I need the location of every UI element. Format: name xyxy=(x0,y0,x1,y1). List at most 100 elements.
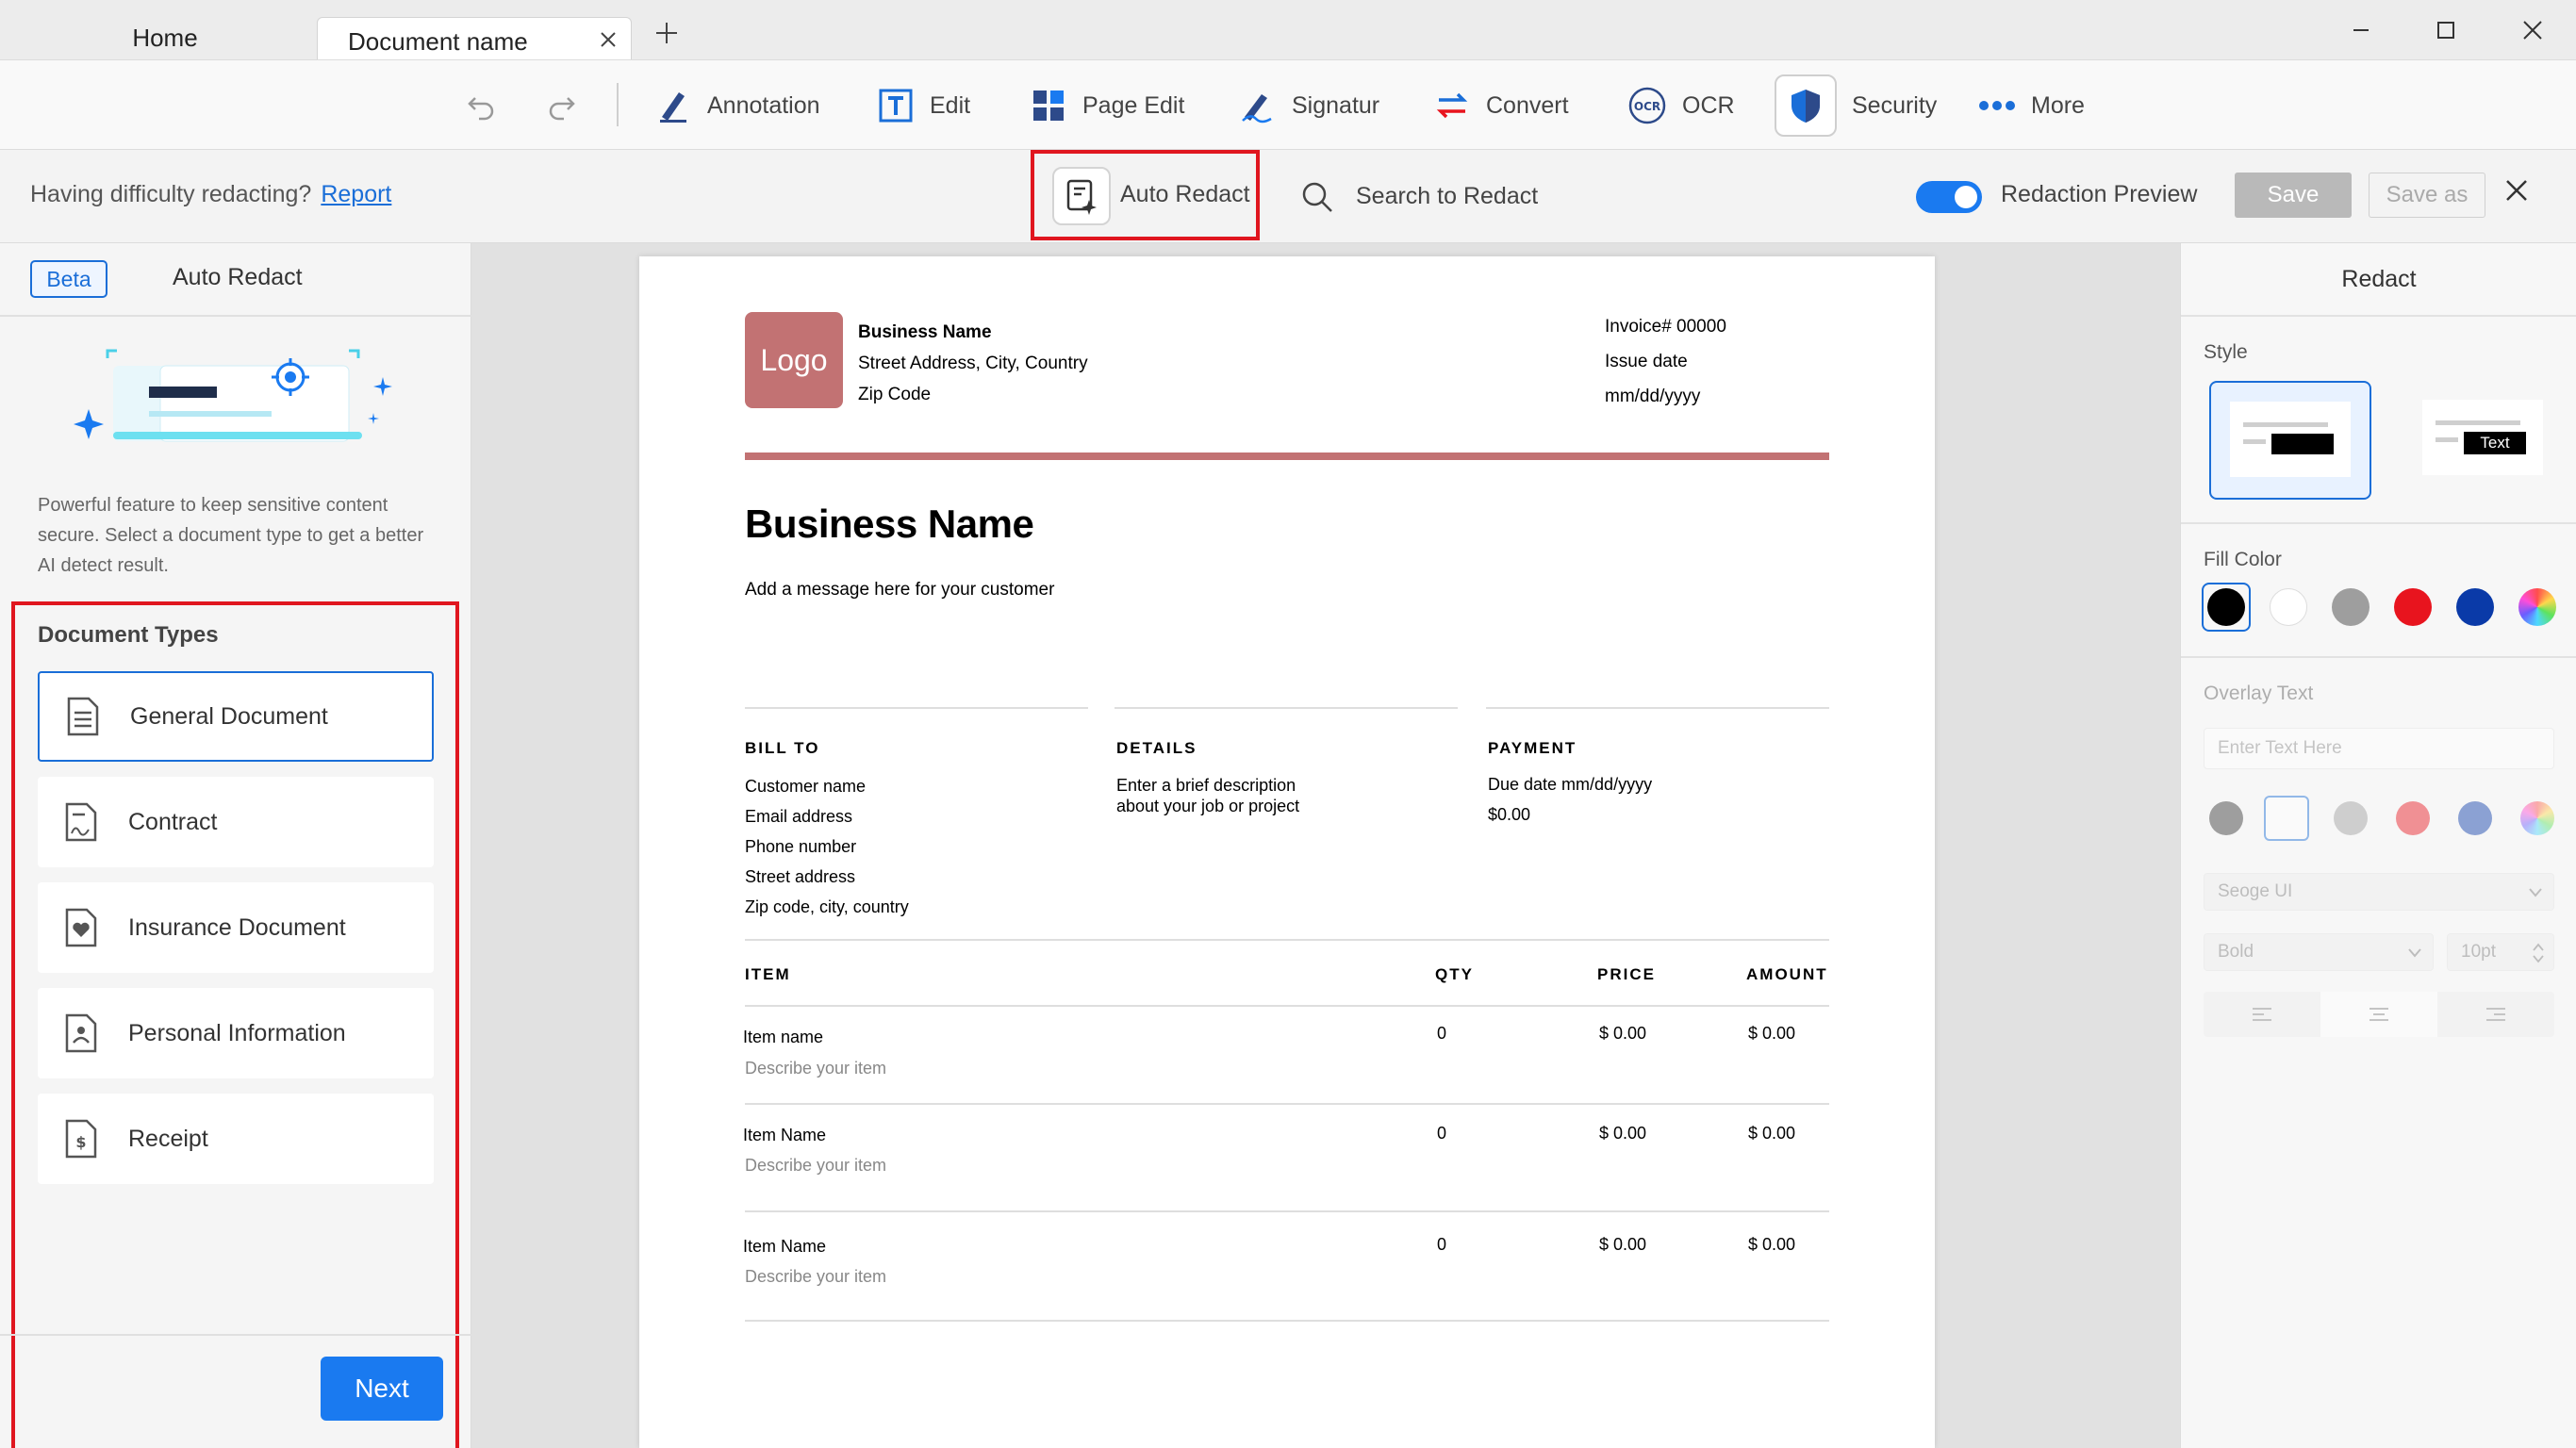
doc-type-receipt[interactable]: $ Receipt xyxy=(38,1094,434,1184)
heart-document-icon xyxy=(64,907,98,948)
phone-number: Phone number xyxy=(745,837,857,856)
convert-button[interactable]: Convert xyxy=(1433,60,1569,151)
font-size-stepper[interactable]: 10pt xyxy=(2447,933,2554,971)
fill-color-white[interactable] xyxy=(2270,588,2307,626)
divider xyxy=(1486,707,1829,709)
panel-divider xyxy=(2181,522,2576,524)
auto-redact-icon xyxy=(1066,179,1097,215)
text-color-gray[interactable] xyxy=(2334,801,2368,835)
item-1-amount: $ 0.00 xyxy=(1748,1024,1796,1043)
style-fill-option[interactable] xyxy=(2209,381,2371,500)
font-select[interactable]: Seoge UI xyxy=(2204,873,2554,911)
security-button[interactable]: Security xyxy=(1775,60,1937,151)
auto-redact-label[interactable]: Auto Redact xyxy=(1120,181,1250,208)
undo-icon[interactable] xyxy=(466,60,496,151)
search-to-redact-button[interactable]: Search to Redact xyxy=(1301,150,1538,243)
divider xyxy=(1115,707,1458,709)
email-address: Email address xyxy=(745,807,853,826)
align-left-icon[interactable] xyxy=(2204,992,2320,1037)
divider xyxy=(745,1103,1829,1105)
next-button[interactable]: Next xyxy=(321,1357,443,1421)
tab-document-label: Document name xyxy=(348,27,528,56)
edit-label: Edit xyxy=(930,91,971,119)
font-weight-value: Bold xyxy=(2218,942,2254,962)
item-2-name: Item Name xyxy=(743,1126,827,1144)
text-color-white[interactable] xyxy=(2264,796,2309,841)
issue-date-label: Issue date xyxy=(1605,352,1688,371)
auto-redact-button[interactable] xyxy=(1052,167,1111,225)
doc-type-label: Personal Information xyxy=(128,1019,346,1046)
grid-icon xyxy=(1030,87,1067,124)
more-button[interactable]: More xyxy=(1978,60,2085,151)
doc-type-label: Contract xyxy=(128,808,218,835)
style-text-option[interactable]: Text xyxy=(2403,381,2566,500)
convert-label: Convert xyxy=(1486,91,1569,119)
tab-document[interactable]: Document name xyxy=(317,17,632,60)
fill-color-red[interactable] xyxy=(2394,588,2432,626)
align-center-icon[interactable] xyxy=(2320,992,2437,1037)
ocr-button[interactable]: OCR OCR xyxy=(1627,60,1735,151)
text-color-picker-icon[interactable] xyxy=(2520,801,2554,835)
save-button[interactable]: Save xyxy=(2235,173,2352,218)
redact-bar: Having difficulty redacting? Report Auto … xyxy=(0,150,2576,243)
bill-to-header: BILL TO xyxy=(745,739,820,757)
customer-message: Add a message here for your customer xyxy=(745,580,1055,600)
text-color-blue[interactable] xyxy=(2458,801,2492,835)
redaction-preview-toggle[interactable] xyxy=(1916,181,1982,213)
signature-button[interactable]: Signatur xyxy=(1239,60,1379,151)
invoice-number: Invoice# 00000 xyxy=(1605,317,1726,337)
payment-details: Due date mm/dd/yyyy $0.00 xyxy=(1488,769,1652,830)
align-right-icon[interactable] xyxy=(2437,992,2554,1037)
ocr-label: OCR xyxy=(1682,91,1735,119)
zip-city-country: Zip code, city, country xyxy=(745,897,909,916)
report-link[interactable]: Report xyxy=(321,181,391,207)
auto-redact-illustration xyxy=(66,337,405,460)
edit-button[interactable]: Edit xyxy=(877,60,970,151)
auto-redact-panel: Beta Auto Redact Powerful feature to kee… xyxy=(0,243,471,1448)
save-as-button[interactable]: Save as xyxy=(2369,173,2485,218)
page-edit-button[interactable]: Page Edit xyxy=(1030,60,1184,151)
text-color-red[interactable] xyxy=(2396,801,2430,835)
minimize-icon[interactable] xyxy=(2333,13,2389,47)
redo-icon[interactable] xyxy=(547,60,577,151)
street-address: Street Address, City, Country xyxy=(858,354,1088,373)
details-header: DETAILS xyxy=(1116,739,1197,757)
font-weight-select[interactable]: Bold xyxy=(2204,933,2434,971)
item-1-price: $ 0.00 xyxy=(1599,1024,1647,1043)
text-align-group xyxy=(2204,992,2554,1037)
text-color-dark[interactable] xyxy=(2209,801,2243,835)
overlay-text-input[interactable]: Enter Text Here xyxy=(2204,728,2554,769)
text-edit-icon xyxy=(877,87,915,124)
new-tab-icon[interactable] xyxy=(654,21,679,45)
more-label: More xyxy=(2031,91,2085,119)
doc-type-personal[interactable]: Personal Information xyxy=(38,988,434,1078)
close-window-icon[interactable] xyxy=(2504,13,2561,47)
fill-color-picker-icon[interactable] xyxy=(2518,588,2556,626)
close-redact-icon[interactable] xyxy=(2504,178,2529,203)
fill-color-gray[interactable] xyxy=(2332,588,2370,626)
tab-home[interactable]: Home xyxy=(38,17,292,59)
invoice-logo: Logo xyxy=(745,312,843,408)
doc-type-general[interactable]: General Document xyxy=(38,671,434,762)
payment-amount: $0.00 xyxy=(1488,805,1531,824)
zip-code: Zip Code xyxy=(858,385,932,404)
annotation-button[interactable]: Annotation xyxy=(654,60,820,151)
amount-column-header: AMOUNT xyxy=(1746,965,1828,983)
redact-panel-title: Redact xyxy=(2341,266,2417,292)
maximize-icon[interactable] xyxy=(2418,13,2474,47)
security-label: Security xyxy=(1852,91,1938,119)
fill-color-black[interactable] xyxy=(2207,588,2245,626)
business-name-small: Business Name xyxy=(858,322,992,342)
redaction-preview-label: Redaction Preview xyxy=(2001,181,2198,207)
page-edit-label: Page Edit xyxy=(1082,91,1185,119)
doc-type-contract[interactable]: Contract xyxy=(38,777,434,867)
doc-type-label: General Document xyxy=(130,702,328,730)
fill-color-blue[interactable] xyxy=(2456,588,2494,626)
panel-footer-divider xyxy=(0,1334,471,1336)
ocr-icon: OCR xyxy=(1627,86,1667,125)
bill-to-details: Customer name Email address Phone number… xyxy=(745,771,909,922)
close-tab-icon[interactable] xyxy=(599,30,618,49)
doc-type-insurance[interactable]: Insurance Document xyxy=(38,882,434,973)
panel-description: Powerful feature to keep sensitive conte… xyxy=(38,495,424,576)
invoice-accent-line xyxy=(745,452,1829,460)
